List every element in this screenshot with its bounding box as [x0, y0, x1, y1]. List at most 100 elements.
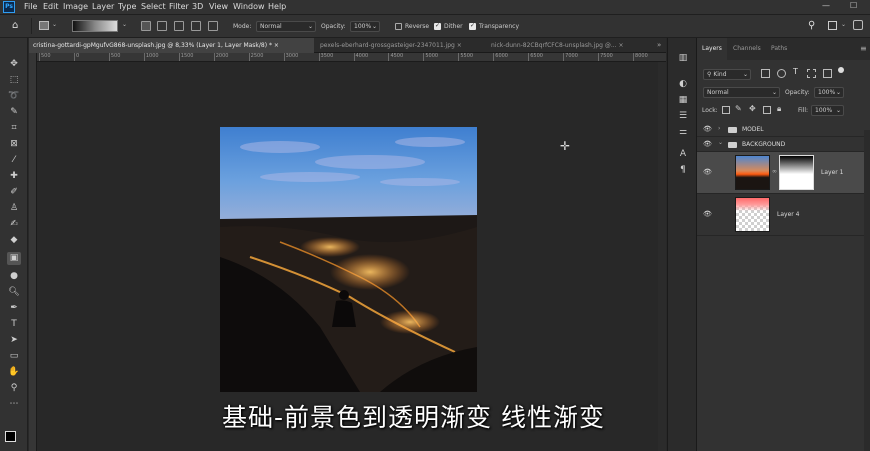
filter-pixel-icon[interactable] — [761, 69, 770, 78]
layer-thumbnail[interactable] — [735, 155, 770, 190]
photoshop-logo-icon[interactable]: Ps — [3, 1, 15, 13]
search-icon[interactable]: ⚲ — [808, 20, 815, 31]
frame-tool-icon[interactable]: ⊠ — [7, 138, 21, 151]
menu-view[interactable]: View — [209, 2, 228, 11]
layer-mask-thumbnail[interactable] — [779, 155, 814, 190]
filter-smart-object-icon[interactable] — [823, 69, 832, 78]
character-panel-icon[interactable]: A — [676, 148, 690, 161]
layer-group-row[interactable]: 👁︎ ⌄ BACKGROUND — [697, 137, 864, 152]
rectangle-tool-icon[interactable]: ▭ — [7, 350, 21, 363]
visibility-eye-icon[interactable]: 👁︎ — [703, 210, 712, 218]
filter-toggle-icon[interactable] — [838, 67, 844, 73]
layer-row-selected[interactable]: 👁︎ ∞ Layer 1 — [697, 152, 864, 194]
layer-thumbnail[interactable] — [735, 197, 770, 232]
paragraph-panel-icon[interactable]: ¶ — [676, 164, 690, 177]
angle-gradient-icon[interactable] — [174, 21, 184, 31]
tab-document-1[interactable]: cristina-gottardi-gpMgufvG868-unsplash.j… — [29, 38, 314, 53]
layers-scrollbar[interactable] — [864, 130, 870, 451]
share-icon[interactable] — [853, 20, 863, 30]
lock-pixels-icon[interactable]: ✎ — [735, 104, 742, 113]
layer-row[interactable]: 👁︎ Layer 4 — [697, 194, 864, 236]
gradient-tool-icon[interactable]: ▣ — [7, 252, 21, 265]
more-tools-icon[interactable]: ⋯ — [7, 398, 21, 411]
lock-position-icon[interactable]: ✥ — [749, 104, 756, 113]
lock-artboard-icon[interactable] — [763, 106, 771, 114]
menu-help[interactable]: Help — [268, 2, 286, 11]
zoom-tool-icon[interactable]: ⚲ — [7, 382, 21, 395]
path-selection-tool-icon[interactable]: ➤ — [7, 334, 21, 347]
visibility-eye-icon[interactable]: 👁︎ — [703, 140, 712, 148]
workspace-icon[interactable] — [828, 21, 837, 30]
gradient-tool-preset-icon[interactable] — [39, 21, 49, 30]
minimize-button[interactable]: — — [822, 1, 830, 10]
quick-selection-tool-icon[interactable]: ✎ — [7, 106, 21, 119]
close-icon[interactable]: × — [457, 42, 462, 49]
link-icon[interactable]: ∞ — [772, 168, 777, 175]
foreground-color-swatch[interactable] — [5, 431, 16, 442]
color-panel-icon[interactable]: ◐ — [676, 78, 690, 91]
menu-window[interactable]: Window — [233, 2, 265, 11]
menu-layer[interactable]: Layer — [92, 2, 114, 11]
linear-gradient-icon[interactable] — [141, 21, 151, 31]
layer-filter-select[interactable]: ⚲ Kind ⌄ — [703, 69, 751, 80]
brush-tool-icon[interactable]: ✐ — [7, 186, 21, 199]
fill-input[interactable]: 100% ⌄ — [811, 105, 844, 116]
radial-gradient-icon[interactable] — [157, 21, 167, 31]
clone-stamp-tool-icon[interactable]: ♙ — [7, 202, 21, 215]
document-image[interactable] — [220, 127, 477, 392]
healing-brush-tool-icon[interactable]: ✚ — [7, 170, 21, 183]
panel-menu-icon[interactable]: ≡ — [860, 44, 867, 53]
visibility-eye-icon[interactable]: 👁︎ — [703, 168, 712, 176]
swatches-panel-icon[interactable]: ▦ — [676, 94, 690, 107]
move-tool-icon[interactable]: ✥ — [7, 58, 21, 71]
layer-opacity-input[interactable]: 100% ⌄ — [814, 87, 844, 98]
menu-type[interactable]: Type — [118, 2, 136, 11]
layer-group-row[interactable]: 👁︎ › MODEL — [697, 122, 864, 137]
menu-image[interactable]: Image — [63, 2, 88, 11]
home-icon[interactable]: ⌂ — [12, 20, 18, 31]
properties-panel-icon[interactable]: ☰ — [676, 110, 690, 123]
chevron-down-icon[interactable]: ⌄ — [52, 21, 57, 28]
canvas-scrollbar[interactable] — [658, 62, 666, 451]
pen-tool-icon[interactable]: ✒ — [7, 302, 21, 315]
gradient-picker[interactable] — [72, 20, 118, 32]
type-tool-icon[interactable]: T — [7, 318, 21, 331]
lock-transparent-icon[interactable] — [722, 106, 730, 114]
crop-tool-icon[interactable]: ⌗ — [7, 122, 21, 135]
blend-mode-select[interactable]: Normal ⌄ — [703, 87, 780, 98]
adjustments-panel-icon[interactable]: ⚌ — [676, 126, 690, 139]
lasso-tool-icon[interactable]: ➰ — [7, 90, 21, 103]
tab-channels[interactable]: Channels — [728, 38, 766, 60]
eyedropper-tool-icon[interactable]: ⁄ — [7, 154, 21, 167]
chevron-right-icon[interactable]: › — [718, 125, 720, 132]
dodge-tool-icon[interactable]: 🔍︎ — [7, 286, 21, 299]
lock-all-icon[interactable]: 🔒︎ — [777, 104, 781, 114]
chevron-down-icon[interactable]: ⌄ — [841, 21, 846, 28]
transparency-checkbox[interactable] — [469, 22, 476, 30]
menu-filter[interactable]: Filter — [169, 2, 189, 11]
close-icon[interactable]: × — [619, 42, 624, 49]
horizontal-ruler[interactable]: 500 0 500 1000 1500 2000 2500 3000 3500 4000 4500 5… — [37, 53, 666, 62]
tab-document-2[interactable]: pexels-eberhard-grossgasteiger-2347011.j… — [316, 38, 481, 53]
eraser-tool-icon[interactable]: ◆ — [7, 234, 21, 247]
history-brush-tool-icon[interactable]: ✍ — [7, 218, 21, 231]
maximize-button[interactable]: ☐ — [850, 1, 857, 10]
hand-tool-icon[interactable]: ✋ — [7, 366, 21, 379]
filter-adjustment-icon[interactable] — [777, 69, 786, 78]
menu-file[interactable]: File — [24, 2, 37, 11]
tab-paths[interactable]: Paths — [766, 38, 792, 60]
tab-layers[interactable]: Layers — [697, 38, 727, 60]
menu-edit[interactable]: Edit — [43, 2, 59, 11]
filter-shape-icon[interactable] — [807, 69, 816, 78]
visibility-eye-icon[interactable]: 👁︎ — [703, 125, 712, 133]
history-panel-icon[interactable]: ▥ — [676, 52, 690, 65]
chevron-down-icon[interactable]: ⌄ — [718, 139, 723, 146]
chevron-down-icon[interactable]: ⌄ — [122, 21, 127, 28]
vertical-ruler[interactable] — [29, 53, 37, 451]
close-icon[interactable]: × — [274, 42, 279, 49]
dither-checkbox[interactable] — [434, 22, 441, 30]
diamond-gradient-icon[interactable] — [208, 21, 218, 31]
marquee-tool-icon[interactable]: ⬚ — [7, 74, 21, 87]
reverse-checkbox[interactable] — [395, 23, 402, 30]
reflected-gradient-icon[interactable] — [191, 21, 201, 31]
